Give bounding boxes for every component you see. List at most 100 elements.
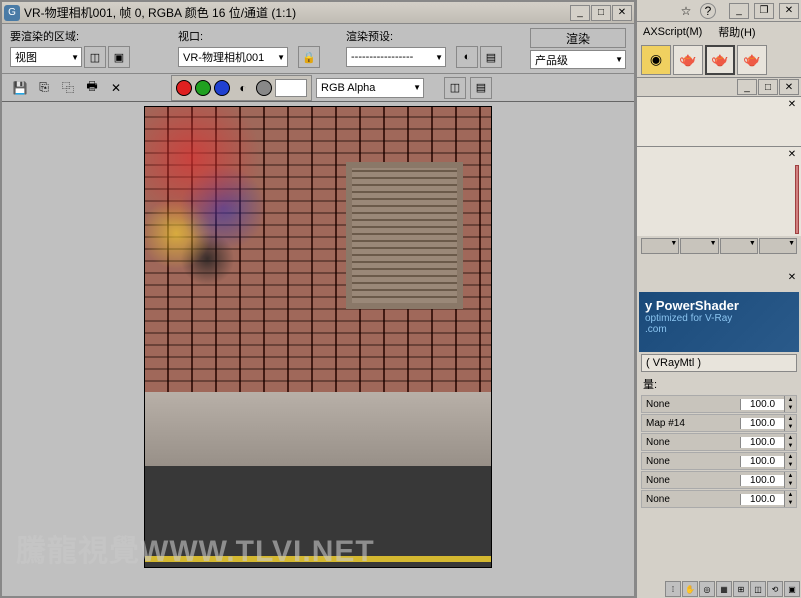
toggle-ui-icon[interactable]: ▤ [470,77,492,99]
shader-header-close-icon[interactable]: ✕ [785,270,799,284]
spinner-2[interactable]: ▲▼ [784,434,796,450]
grip-icon[interactable]: ⁞ [665,581,681,597]
map-name-2[interactable]: None [642,437,740,448]
mono-channel-icon[interactable] [256,80,272,96]
viewport-label: 视口: [178,28,338,44]
road-line [145,556,491,562]
map-name-0[interactable]: None [642,399,740,410]
mini-dropdown-4[interactable] [759,238,797,254]
scrollbar[interactable] [795,165,799,234]
panel-min-button[interactable]: _ [737,79,757,95]
preset-label: 渲染预设: [346,28,504,44]
preset-opt2-icon[interactable]: ▤ [480,46,502,68]
mini-dropdown-1[interactable] [641,238,679,254]
pshader-subtitle: optimized for V-Ray [645,313,793,324]
material-editor-panel: ☆ ? _ ❐ ✕ AXScript(M) 帮助(H) ◉ 🫖 🫖 🫖 _ □ … [636,0,801,598]
map-val-3[interactable]: 100.0 [740,456,784,467]
toggle-overlay-icon[interactable]: ◫ [444,77,466,99]
render-viewport [2,102,634,596]
preset-dropdown[interactable]: ----------------- [346,47,446,67]
lock-icon[interactable]: 🔒 [298,46,320,68]
map-row: None 100.0 ▲▼ [641,395,797,413]
clear-icon[interactable]: ✕ [106,78,126,98]
quality-dropdown[interactable]: 产品级 [530,50,626,69]
panel-close-button[interactable]: ✕ [779,79,799,95]
menu-maxscript[interactable]: AXScript(M) [643,26,702,38]
teapot1-icon[interactable]: 🫖 [673,45,703,75]
print-icon[interactable]: 🖶 [82,78,102,98]
nav6-icon[interactable]: ▣ [784,581,800,597]
spinner-3[interactable]: ▲▼ [784,453,796,469]
nav5-icon[interactable]: ⟲ [767,581,783,597]
side-close-button[interactable]: ✕ [779,3,799,19]
maximize-button[interactable]: □ [591,5,611,21]
statusbar-icons: ⁞ ✋ ◎ ▦ ⊞ ◫ ⟲ ▣ [664,580,801,598]
map-val-5[interactable]: 100.0 [740,494,784,505]
map-name-4[interactable]: None [642,475,740,486]
red-channel-icon[interactable] [176,80,192,96]
map-row: None 100.0 ▲▼ [641,452,797,470]
menu-help[interactable]: 帮助(H) [718,24,755,40]
mini-dropdown-2[interactable] [680,238,718,254]
nav4-icon[interactable]: ◫ [750,581,766,597]
map-name-1[interactable]: Map #14 [642,418,740,429]
spinner-5[interactable]: ▲▼ [784,491,796,507]
preset-opt1-icon[interactable]: ◐ [456,46,478,68]
mini-dropdown-3[interactable] [720,238,758,254]
map-row: None 100.0 ▲▼ [641,471,797,489]
quantity-label: 量: [637,374,801,394]
render-controls: 要渲染的区域: 视图 ◫ ▣ 视口: VR-物理相机001 🔒 渲染预设: --… [2,24,634,74]
material-toolbar: ◉ 🫖 🫖 🫖 [637,42,801,78]
map-name-3[interactable]: None [642,456,740,467]
map-val-0[interactable]: 100.0 [740,399,784,410]
viewport-dropdown[interactable]: VR-物理相机001 [178,47,288,67]
bg-color-swatch[interactable] [275,79,307,97]
spinner-4[interactable]: ▲▼ [784,472,796,488]
side-window-controls: ☆ ? _ ❐ ✕ [637,0,801,22]
sidewalk [145,392,491,466]
minimize-button[interactable]: _ [570,5,590,21]
save-icon[interactable]: 💾 [10,78,30,98]
map-val-2[interactable]: 100.0 [740,437,784,448]
clone-icon[interactable]: ⿻ [58,78,78,98]
blue-channel-icon[interactable] [214,80,230,96]
sample-close-icon[interactable]: ✕ [785,97,799,111]
map-row: None 100.0 ▲▼ [641,433,797,451]
side-restore-button[interactable]: ❐ [754,3,774,19]
teapot3-icon[interactable]: 🫖 [737,45,767,75]
spinner-1[interactable]: ▲▼ [784,415,796,431]
nav1-icon[interactable]: ◎ [699,581,715,597]
sample-slot-area[interactable]: ✕ [637,96,801,146]
map-val-4[interactable]: 100.0 [740,475,784,486]
region-icon[interactable]: ◫ [84,46,106,68]
nav2-icon[interactable]: ▦ [716,581,732,597]
crop-icon[interactable]: ▣ [108,46,130,68]
side-minimize-button[interactable]: _ [729,3,749,19]
area-dropdown[interactable]: 视图 [10,47,82,67]
sample-sphere-icon[interactable]: ◉ [641,45,671,75]
pshader-domain: .com [645,324,793,335]
panel-max-button[interactable]: □ [758,79,778,95]
titlebar[interactable]: G VR-物理相机001, 帧 0, RGBA 颜色 16 位/通道 (1:1)… [2,2,634,24]
preview-slot-area[interactable]: ✕ [637,146,801,236]
copy-icon[interactable]: ⎘ [34,78,54,98]
nav3-icon[interactable]: ⊞ [733,581,749,597]
preview-close-icon[interactable]: ✕ [785,147,799,161]
spinner-0[interactable]: ▲▼ [784,396,796,412]
help-icon[interactable]: ? [700,3,716,19]
close-button[interactable]: ✕ [612,5,632,21]
render-button[interactable]: 渲染 [530,28,626,48]
material-name-field[interactable]: ( VRayMtl ) [641,354,797,372]
map-name-5[interactable]: None [642,494,740,505]
shader-header: ✕ [637,270,801,290]
pshader-title: y PowerShader [645,298,793,313]
map-val-1[interactable]: 100.0 [740,418,784,429]
hand-icon[interactable]: ✋ [682,581,698,597]
green-channel-icon[interactable] [195,80,211,96]
alpha-channel-icon[interactable]: ◐ [233,78,253,98]
teapot2-icon[interactable]: 🫖 [705,45,735,75]
star-icon[interactable]: ☆ [676,1,696,21]
channel-dropdown[interactable]: RGB Alpha [316,78,424,98]
app-icon: G [4,5,20,21]
rendered-image[interactable] [144,106,492,568]
